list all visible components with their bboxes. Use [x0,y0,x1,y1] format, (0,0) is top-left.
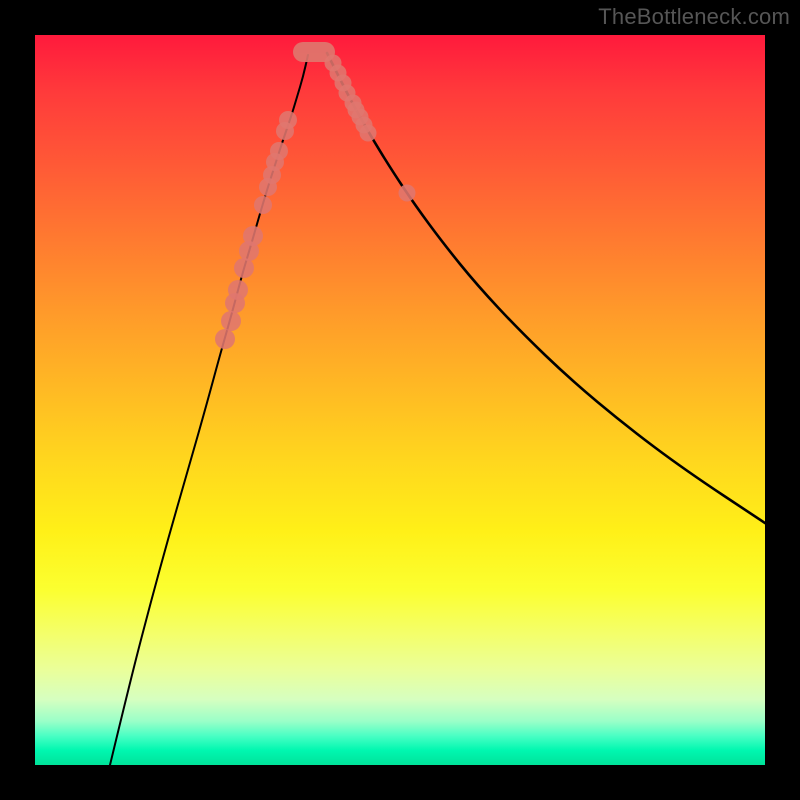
watermark-text: TheBottleneck.com [598,4,790,30]
data-point-dot [325,55,342,72]
data-point-dot [234,258,254,278]
data-point-dot [215,329,235,349]
data-point-dot [243,226,263,246]
dot-cluster-left-lower [254,111,297,214]
data-point-dot [399,185,416,202]
chart-plot-area [35,35,765,765]
data-point-dot [279,111,297,129]
data-point-dot [221,311,241,331]
chart-svg [35,35,765,765]
data-point-dot [228,280,248,300]
dot-cluster-left-upper [215,226,263,349]
curve-right-branch [327,53,765,523]
data-point-dot [270,142,288,160]
dot-cluster-right [325,55,416,202]
data-point-dot [254,196,272,214]
